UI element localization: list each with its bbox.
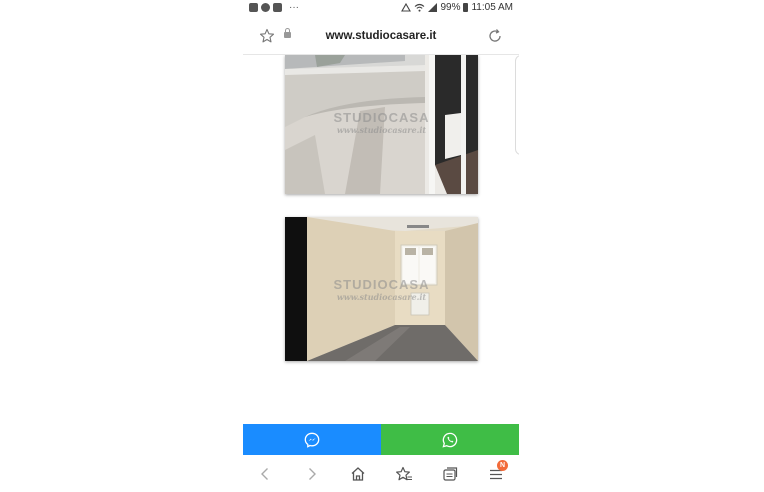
signal-icon (428, 3, 438, 12)
youtube-notification-icon (273, 3, 282, 12)
more-notifications-indicator: ··· (289, 2, 299, 13)
home-button[interactable] (349, 465, 367, 483)
whatsapp-icon (442, 432, 458, 448)
side-panel-edge (515, 55, 519, 155)
watermark-logo: STUDIOCASA (333, 110, 430, 125)
forward-button[interactable] (303, 465, 321, 483)
gallery-photo-balcony[interactable]: STUDIOCASA www.studiocasare.it (285, 55, 478, 194)
gallery-notification-icon (249, 3, 258, 12)
app-notification-icon (261, 3, 270, 12)
tabs-button[interactable] (441, 465, 459, 483)
data-saver-icon (401, 3, 412, 12)
phone-screen: ··· 99% 11:05 AM www.studiocasare.it STU… (243, 0, 519, 492)
watermark-url: www.studiocasare.it (336, 125, 427, 135)
share-whatsapp-button[interactable] (381, 424, 519, 455)
clock: 11:05 AM (471, 2, 513, 13)
menu-button[interactable]: N (487, 460, 508, 483)
watermark-url: www.studiocasare.it (336, 292, 427, 302)
share-messenger-button[interactable] (243, 424, 381, 455)
gallery-photo-room[interactable]: STUDIOCASA www.studiocasare.it (285, 217, 478, 361)
reload-icon[interactable] (487, 28, 503, 49)
chevron-right-icon (309, 468, 316, 480)
page-content[interactable]: STUDIOCASA www.studiocasare.it STUDIOCAS… (243, 55, 519, 425)
tabs-icon (443, 467, 458, 481)
new-badge: N (497, 460, 508, 471)
status-notification-icons: ··· (249, 2, 299, 13)
browser-bottom-nav: N (243, 455, 519, 492)
home-icon (351, 467, 365, 481)
browser-address-bar: www.studiocasare.it (243, 20, 519, 55)
bookmarks-star-icon (396, 466, 412, 481)
back-button[interactable] (256, 465, 274, 483)
bookmarks-button[interactable] (395, 465, 413, 483)
wifi-icon (415, 3, 425, 12)
status-bar: ··· 99% 11:05 AM (243, 0, 519, 18)
url-display[interactable]: www.studiocasare.it (243, 30, 519, 42)
share-bar (243, 424, 519, 455)
status-system-icons: 99% 11:05 AM (401, 2, 513, 13)
messenger-icon (304, 432, 320, 448)
battery-percent: 99% (440, 2, 461, 13)
chevron-left-icon (261, 468, 268, 480)
watermark-logo: STUDIOCASA (333, 277, 430, 292)
battery-icon (463, 3, 469, 12)
